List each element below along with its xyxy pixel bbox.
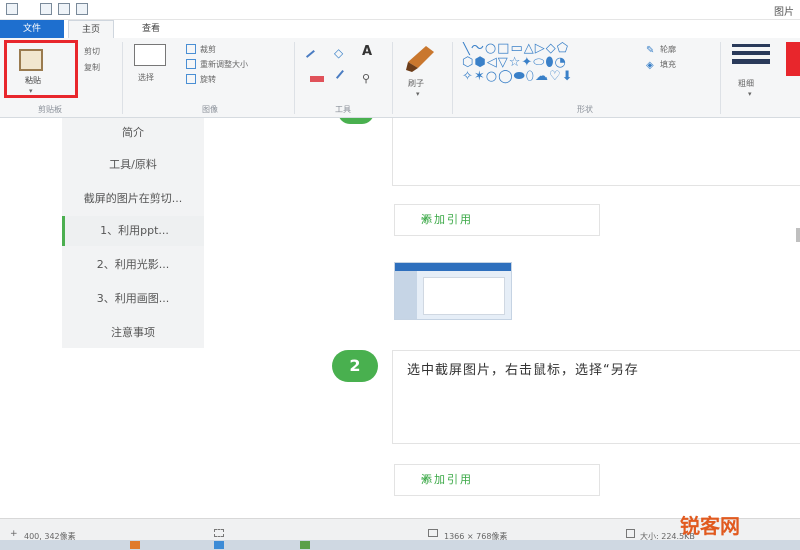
window-title: 图片 xyxy=(774,7,794,18)
outline-button[interactable]: 轮廓 xyxy=(660,44,676,55)
select-icon[interactable] xyxy=(134,44,166,66)
clipboard-group-label: 剪贴板 xyxy=(38,105,62,114)
toc-item-active[interactable]: 1、利用ppt... xyxy=(62,216,204,246)
magnifier-icon[interactable]: ⚲ xyxy=(362,72,372,85)
screenshot-thumbnail[interactable] xyxy=(394,262,512,320)
ribbon-tabs: 文件 主页 查看 xyxy=(0,20,800,38)
step-1-circle-edge xyxy=(338,118,374,124)
resize-icon xyxy=(186,59,196,69)
eraser-icon[interactable] xyxy=(310,76,324,82)
scroll-handle[interactable] xyxy=(796,228,800,242)
plus-icon: + xyxy=(420,472,431,486)
separator xyxy=(392,42,393,114)
rotate-icon xyxy=(186,74,196,84)
rotate-button[interactable]: 旋转 xyxy=(200,74,216,85)
ribbon: 粘贴 ▾ 剪切 复制 剪贴板 选择 裁剪 重新调整大小 旋转 图像 ◇ A ⚲ … xyxy=(0,38,800,118)
separator xyxy=(452,42,453,114)
save-icon[interactable] xyxy=(40,3,52,15)
tab-file[interactable]: 文件 xyxy=(0,20,64,38)
crop-button[interactable]: 裁剪 xyxy=(200,44,216,55)
toc-item[interactable]: 注意事项 xyxy=(62,318,204,348)
separator xyxy=(122,42,123,114)
paste-button[interactable]: 粘贴 ▾ xyxy=(4,40,78,98)
toc-item[interactable]: 简介 xyxy=(62,118,204,148)
toc-item[interactable]: 2、利用光影... xyxy=(62,250,204,280)
tools-group-label: 工具 xyxy=(335,105,351,114)
outline-icon: ✎ xyxy=(646,45,655,56)
tab-home[interactable]: 主页 xyxy=(68,20,114,38)
selection-icon xyxy=(214,529,224,537)
chevron-down-icon: ▾ xyxy=(748,90,752,98)
toc-item[interactable]: 3、利用画图... xyxy=(62,284,204,314)
step-1-box xyxy=(392,118,800,186)
text-icon[interactable]: A xyxy=(362,44,372,59)
title-bar: 图片 xyxy=(0,0,800,20)
step-number-badge: 2 xyxy=(332,350,378,382)
shapes-gallery[interactable]: ╲〜○□▭△▷◇⬠ ⬡⬢◁▽☆✦⬭⬮◔ ✧✶○◯⬬⬯☁♡⬇ xyxy=(462,42,638,86)
app-icon xyxy=(6,3,18,15)
disk-icon xyxy=(626,529,635,538)
taskbar-app-icon[interactable] xyxy=(300,541,310,549)
toc-item[interactable]: 工具/原料 xyxy=(62,150,204,180)
redo-icon[interactable] xyxy=(76,3,88,15)
taskbar xyxy=(0,540,800,550)
shapes-group-label: 形状 xyxy=(577,105,593,114)
fill-button[interactable]: 填充 xyxy=(660,59,676,70)
brushes-button[interactable]: 刷子 xyxy=(408,78,424,89)
chevron-down-icon: ▾ xyxy=(416,90,420,98)
fill-icon[interactable]: ◇ xyxy=(334,46,344,60)
step-2-text: 选中截屏图片，右击鼠标，选择“另存 xyxy=(407,363,639,378)
shapes-row-3: ✧✶○◯⬬⬯☁♡⬇ xyxy=(462,69,574,84)
separator xyxy=(720,42,721,114)
shapes-row-2: ⬡⬢◁▽☆✦⬭⬮◔ xyxy=(462,55,567,70)
copy-button[interactable]: 复制 xyxy=(84,62,100,73)
plus-icon: + xyxy=(420,212,431,226)
cut-button[interactable]: 剪切 xyxy=(84,46,100,57)
tab-view[interactable]: 查看 xyxy=(128,20,174,38)
select-button[interactable]: 选择 xyxy=(138,72,154,83)
color1-swatch[interactable] xyxy=(786,42,800,76)
taskbar-app-icon[interactable] xyxy=(214,541,224,549)
watermark-logo: 锐客网 xyxy=(680,514,740,538)
image-group-label: 图像 xyxy=(202,105,218,114)
separator xyxy=(294,42,295,114)
image-size-icon xyxy=(428,529,438,537)
pencil-icon[interactable] xyxy=(305,49,321,65)
color-picker-icon[interactable] xyxy=(335,69,351,85)
undo-icon[interactable] xyxy=(58,3,70,15)
thickness-icon[interactable] xyxy=(732,44,770,70)
paste-label: 粘贴 xyxy=(25,76,41,85)
fill-bucket-icon: ◈ xyxy=(646,60,654,71)
resize-button[interactable]: 重新调整大小 xyxy=(200,59,248,70)
thumbnail-titlebar xyxy=(395,263,511,271)
step-2-box: 选中截屏图片，右击鼠标，选择“另存 xyxy=(392,350,800,444)
toc-item[interactable]: 截屏的图片在剪切... xyxy=(62,184,204,214)
clipboard-icon xyxy=(19,49,43,71)
cursor-position-icon: + xyxy=(10,529,18,539)
shapes-row-1: ╲〜○□▭△▷◇⬠ xyxy=(462,42,570,56)
canvas[interactable]: 简介 工具/原料 截屏的图片在剪切... 1、利用ppt... 2、利用光影..… xyxy=(0,118,800,518)
table-of-contents: 简介 工具/原料 截屏的图片在剪切... 1、利用ppt... 2、利用光影..… xyxy=(62,118,204,348)
crop-icon xyxy=(186,44,196,54)
brush-icon[interactable] xyxy=(404,42,438,74)
chevron-down-icon: ▾ xyxy=(29,87,33,95)
taskbar-app-icon[interactable] xyxy=(130,541,140,549)
thumbnail-sidebar xyxy=(395,271,417,319)
thumbnail-document xyxy=(423,277,505,315)
size-button[interactable]: 粗细 xyxy=(738,78,754,89)
